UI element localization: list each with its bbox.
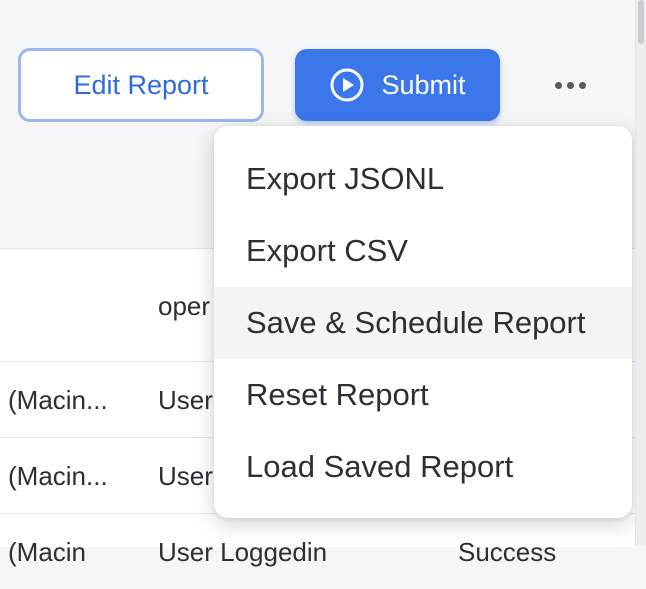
- column-header: oper: [158, 291, 211, 321]
- submit-label: Submit: [381, 69, 466, 100]
- more-options-menu: Export JSONL Export CSV Save & Schedule …: [214, 126, 632, 518]
- menu-item-load-saved-report[interactable]: Load Saved Report: [214, 431, 632, 503]
- table-cell: (Macin...: [8, 461, 108, 491]
- edit-report-button[interactable]: Edit Report: [18, 48, 264, 122]
- table-cell: User: [158, 461, 213, 491]
- scrollbar[interactable]: [635, 0, 646, 546]
- menu-item-save-schedule-report[interactable]: Save & Schedule Report: [214, 287, 632, 359]
- table-row[interactable]: (Macin User Loggedin Success: [0, 513, 636, 589]
- table-cell: User: [158, 385, 213, 415]
- submit-button[interactable]: Submit: [295, 49, 500, 121]
- scrollbar-thumb[interactable]: [638, 0, 644, 44]
- more-options-button[interactable]: [546, 70, 594, 100]
- more-horizontal-icon-dot: [566, 81, 574, 89]
- menu-item-export-csv[interactable]: Export CSV: [214, 215, 632, 287]
- menu-item-reset-report[interactable]: Reset Report: [214, 359, 632, 431]
- table-cell: (Macin: [8, 537, 87, 567]
- table-cell: Success: [458, 537, 557, 567]
- edit-report-label: Edit Report: [73, 69, 209, 100]
- play-circle-icon: [330, 68, 364, 102]
- menu-item-export-jsonl[interactable]: Export JSONL: [214, 143, 632, 215]
- table-cell: (Macin...: [8, 385, 108, 415]
- more-horizontal-icon: [554, 81, 562, 89]
- more-horizontal-icon-dot: [578, 81, 586, 89]
- table-cell: User Loggedin: [158, 537, 328, 567]
